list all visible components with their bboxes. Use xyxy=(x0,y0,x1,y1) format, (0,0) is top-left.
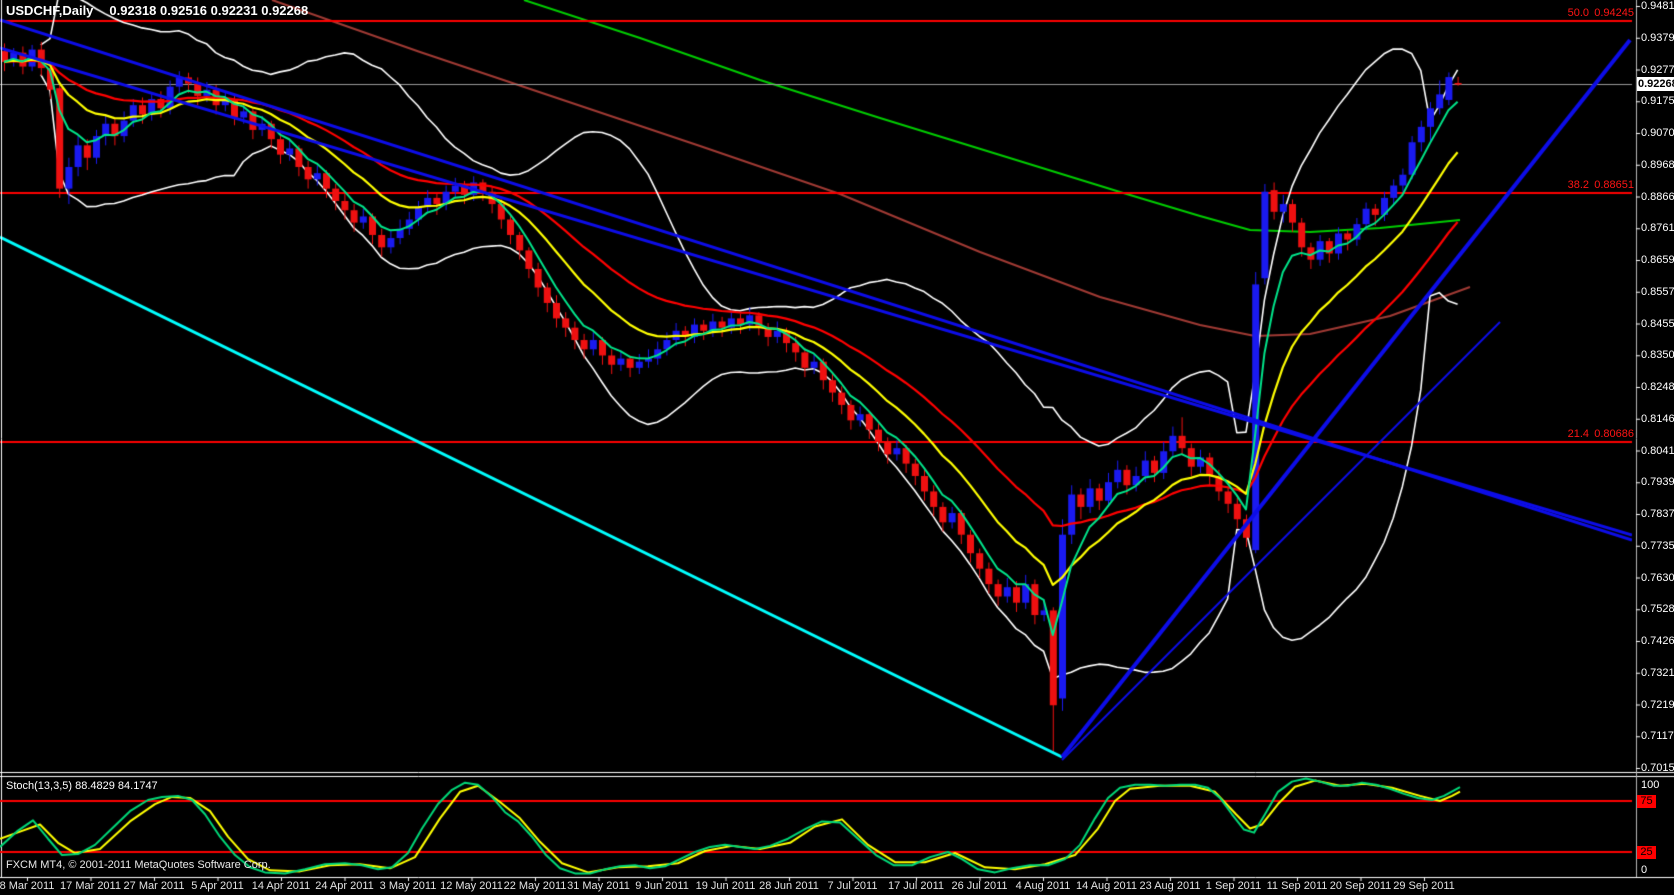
time-axis-label: 17 Mar 2011 xyxy=(60,880,121,892)
time-axis-label: 26 Jul 2011 xyxy=(951,880,1008,892)
time-axis-label: 29 Sep 2011 xyxy=(1393,880,1455,892)
price-axis-label: 0.75280 xyxy=(1641,603,1674,616)
price-axis-label: 0.82480 xyxy=(1641,381,1674,393)
time-axis-label: 11 Sep 2011 xyxy=(1266,880,1328,892)
stoch-level-25-badge: 25 xyxy=(1637,846,1656,859)
symbol-period-label: USDCHF,Daily xyxy=(6,3,94,18)
time-axis-label: 7 Jul 2011 xyxy=(827,880,878,892)
time-axis-label: 1 Sep 2011 xyxy=(1205,880,1262,892)
chart-title: USDCHF,Daily 0.92318 0.92516 0.92231 0.92… xyxy=(6,3,308,18)
price-axis-label: 0.78370 xyxy=(1641,508,1674,520)
time-axis-label: 31 May 2011 xyxy=(567,880,630,892)
mt4-chart-window: USDCHF,Daily 0.92318 0.92516 0.92231 0.92… xyxy=(0,0,1674,895)
time-axis-label: 4 Aug 2011 xyxy=(1015,880,1071,892)
price-axis-label: 0.73210 xyxy=(1641,666,1674,679)
price-axis-label: 0.93790 xyxy=(1641,31,1674,44)
price-chart-canvas[interactable] xyxy=(0,0,1674,895)
time-axis-label: 23 Aug 2011 xyxy=(1139,880,1201,892)
time-axis-label: 14 Apr 2011 xyxy=(251,880,311,892)
copyright-notice: FXCM MT4, © 2001-2011 MetaQuotes Softwar… xyxy=(6,859,271,871)
time-axis-label: 9 Jun 2011 xyxy=(635,880,689,892)
time-axis-label: 24 Apr 2011 xyxy=(315,880,374,892)
current-price-box: 0.92268 xyxy=(1637,77,1674,91)
stoch-axis-100: 100 xyxy=(1641,779,1660,791)
price-axis-label: 0.84550 xyxy=(1641,317,1674,330)
price-axis-label: 0.90700 xyxy=(1641,127,1674,139)
time-axis-label: 8 Mar 2011 xyxy=(0,880,55,892)
price-axis-label: 0.92770 xyxy=(1641,63,1674,76)
stoch-level-75-badge: 75 xyxy=(1637,795,1656,808)
stoch-indicator-label: Stoch(13,3,5) 88.4829 84.1747 xyxy=(6,780,158,792)
time-axis-label: 27 Mar 2011 xyxy=(123,880,185,892)
price-axis-label: 0.77350 xyxy=(1641,539,1674,552)
price-axis-label: 0.89680 xyxy=(1641,158,1674,171)
time-axis-label: 3 May 2011 xyxy=(379,880,437,892)
time-axis-label: 5 Apr 2011 xyxy=(191,880,244,892)
time-axis-label: 19 Jun 2011 xyxy=(695,880,756,892)
stoch-axis-0: 0 xyxy=(1641,864,1648,876)
time-axis-label: 28 Jun 2011 xyxy=(759,880,819,892)
price-axis-label: 0.79390 xyxy=(1641,476,1674,489)
price-axis-label: 0.87610 xyxy=(1641,222,1674,235)
price-axis-label: 0.72190 xyxy=(1641,698,1674,711)
price-axis-label: 0.86590 xyxy=(1641,254,1674,266)
price-axis-label: 0.74260 xyxy=(1641,635,1674,647)
price-axis-label: 0.80410 xyxy=(1641,444,1674,457)
price-axis-label: 0.88660 xyxy=(1641,190,1674,203)
time-axis-label: 22 May 2011 xyxy=(503,880,567,892)
time-axis-label: 20 Sep 2011 xyxy=(1329,880,1392,892)
price-axis-label: 0.76300 xyxy=(1641,571,1674,584)
price-axis-label: 0.85570 xyxy=(1641,285,1674,298)
price-axis-label: 0.91750 xyxy=(1641,95,1674,108)
price-axis-label: 0.70150 xyxy=(1641,762,1674,774)
price-axis-label: 0.81460 xyxy=(1641,412,1674,425)
time-axis-label: 12 May 2011 xyxy=(440,880,503,892)
time-axis-label: 17 Jul 2011 xyxy=(887,880,945,892)
price-axis-label: 0.83500 xyxy=(1641,349,1674,362)
time-axis-label: 14 Aug 2011 xyxy=(1076,880,1137,892)
ohlc-readout: 0.92318 0.92516 0.92231 0.92268 xyxy=(109,3,309,18)
price-axis-label: 0.94810 xyxy=(1641,0,1674,12)
price-axis-label: 0.71170 xyxy=(1641,730,1674,743)
